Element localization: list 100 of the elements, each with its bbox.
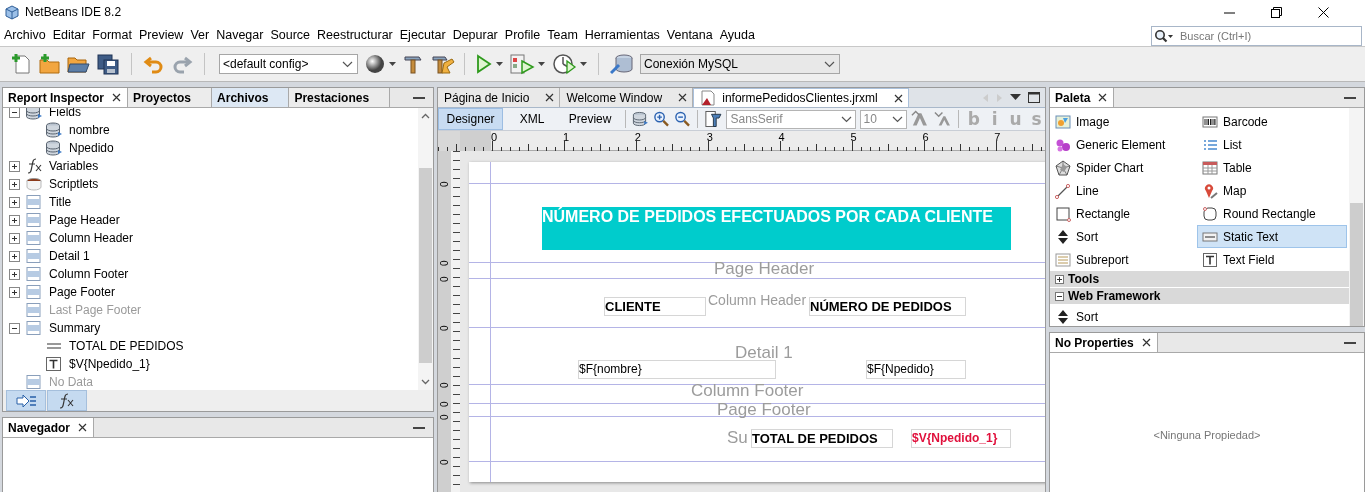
text-field[interactable]: $V{Npedido_1} xyxy=(911,429,1011,448)
dropdown-icon[interactable] xyxy=(1010,94,1021,101)
palette-item[interactable]: Image xyxy=(1050,110,1197,133)
config-dropdown[interactable]: <default config> xyxy=(219,54,358,74)
panel-tab[interactable]: No Properties xyxy=(1050,333,1158,352)
menu-item[interactable]: Depurar xyxy=(452,28,501,42)
palette-item[interactable]: Subreport xyxy=(1050,248,1197,271)
grow-font-icon[interactable] xyxy=(910,110,930,128)
globe-icon[interactable] xyxy=(364,53,386,75)
tree-item[interactable]: Detail 1 xyxy=(49,249,90,263)
menu-item[interactable]: Ayuda xyxy=(719,28,758,42)
new-file-icon[interactable] xyxy=(10,53,32,75)
connection-dropdown[interactable]: Conexión MySQL xyxy=(640,54,840,74)
database-icon[interactable] xyxy=(632,111,649,127)
palette-item[interactable]: Sort xyxy=(1050,225,1197,248)
close-icon[interactable] xyxy=(112,93,121,102)
palette-item[interactable]: Static Text xyxy=(1197,225,1347,248)
panel-tab[interactable]: Proyectos xyxy=(128,88,213,107)
menu-item[interactable]: Preview xyxy=(138,28,187,42)
zoom-in-icon[interactable] xyxy=(652,110,670,128)
menu-item[interactable]: Ejecutar xyxy=(399,28,449,42)
tree-item[interactable]: Summary xyxy=(49,321,101,335)
tree-item[interactable]: Scriptlets xyxy=(49,177,99,191)
close-icon[interactable] xyxy=(1141,338,1151,347)
expand-toggle[interactable] xyxy=(1055,274,1064,284)
expand-toggle[interactable] xyxy=(9,286,20,298)
tree-item[interactable]: Fields xyxy=(49,108,81,119)
menu-item[interactable]: Format xyxy=(92,28,135,42)
chevron-icon[interactable] xyxy=(840,115,852,123)
menu-item[interactable]: Source xyxy=(270,28,314,42)
expand-toggle[interactable] xyxy=(9,160,20,172)
add-dataset-button[interactable] xyxy=(6,390,46,411)
tree-item[interactable]: $V{Npedido_1} xyxy=(69,357,150,371)
restore-icon[interactable] xyxy=(1271,6,1282,18)
editor-tab[interactable]: informePedidosClientes.jrxml xyxy=(693,88,909,107)
palette-item[interactable]: Table xyxy=(1197,156,1347,179)
palette-item[interactable]: Generic Element xyxy=(1050,133,1197,156)
tree-item[interactable]: Title xyxy=(49,195,72,209)
shrink-font-icon[interactable] xyxy=(933,110,953,128)
palette-item[interactable]: Barcode xyxy=(1197,110,1347,133)
tree-item[interactable]: Npedido xyxy=(69,141,114,155)
caret-icon[interactable] xyxy=(389,62,396,66)
editor-tab[interactable]: Página de Inicio xyxy=(438,88,561,107)
palette-item[interactable]: List xyxy=(1197,133,1347,156)
panel-tab[interactable]: Navegador xyxy=(3,418,95,437)
menu-item[interactable]: Reestructurar xyxy=(317,28,396,42)
tree-item[interactable]: TOTAL DE PEDIDOS xyxy=(69,339,184,353)
chevron-icon[interactable] xyxy=(891,115,903,123)
caret-icon[interactable] xyxy=(580,62,587,66)
save-all-icon[interactable] xyxy=(96,53,120,75)
expand-toggle[interactable] xyxy=(9,214,20,226)
panel-tab[interactable]: Prestaciones xyxy=(289,88,391,107)
expand-toggle[interactable] xyxy=(9,178,20,190)
static-text[interactable]: CLIENTE xyxy=(604,297,706,316)
expand-toggle[interactable] xyxy=(9,196,20,208)
text-field[interactable]: $F{Npedido} xyxy=(866,360,966,379)
palette-group[interactable]: Web Framework xyxy=(1050,288,1349,304)
expression-button[interactable] xyxy=(47,390,87,411)
expand-toggle[interactable] xyxy=(9,322,20,334)
expand-toggle[interactable] xyxy=(9,250,20,262)
maximize-icon[interactable] xyxy=(1028,92,1040,103)
palette-item[interactable]: Spider Chart xyxy=(1050,156,1197,179)
close-icon[interactable] xyxy=(1098,93,1108,102)
hammer-icon[interactable] xyxy=(402,53,424,75)
palette-item[interactable]: Line xyxy=(1050,179,1197,202)
scroll-up-icon[interactable] xyxy=(421,113,430,119)
expand-toggle[interactable] xyxy=(9,108,20,118)
panel-tab[interactable]: Paleta xyxy=(1050,88,1115,107)
gauge-icon[interactable] xyxy=(551,53,577,75)
scrollbar[interactable] xyxy=(1349,108,1364,326)
close-icon[interactable] xyxy=(893,93,903,103)
close-icon[interactable] xyxy=(678,93,688,102)
palette-item[interactable]: Text Field xyxy=(1197,248,1347,271)
view-tab[interactable]: Preview xyxy=(561,108,620,130)
palette-item[interactable]: Round Rectangle xyxy=(1197,202,1347,225)
editor-tab[interactable]: Welcome Window xyxy=(560,88,694,107)
brush-tool-icon[interactable] xyxy=(703,109,723,129)
menu-item[interactable]: Ver xyxy=(190,28,213,42)
menu-item[interactable]: Archivo xyxy=(4,28,49,42)
tree-item[interactable]: Column Footer xyxy=(49,267,129,281)
palette-item[interactable]: Map xyxy=(1197,179,1347,202)
static-text[interactable]: TOTAL DE PEDIDOS xyxy=(751,429,893,448)
view-tab[interactable]: Designer xyxy=(438,108,504,130)
debug-icon[interactable] xyxy=(509,53,535,75)
menu-item[interactable]: Ventana xyxy=(666,28,716,42)
panel-tab[interactable]: Archivos xyxy=(212,88,290,107)
expand-toggle[interactable] xyxy=(9,268,20,280)
scrollbar[interactable] xyxy=(418,108,433,390)
menu-item[interactable]: Team xyxy=(547,28,581,42)
text-field[interactable]: $F{nombre} xyxy=(578,360,776,379)
zoom-out-icon[interactable] xyxy=(673,110,691,128)
font-dropdown[interactable]: SansSerif xyxy=(726,109,856,129)
database-icon[interactable] xyxy=(610,53,634,75)
palette-item[interactable]: Rectangle xyxy=(1050,202,1197,225)
palette-group[interactable]: Tools xyxy=(1050,271,1349,287)
menu-item[interactable]: Navegar xyxy=(216,28,267,42)
palette-item[interactable]: Sort xyxy=(1050,305,1197,326)
view-tab[interactable]: XML xyxy=(507,108,558,130)
tree-item[interactable]: Column Header xyxy=(49,231,134,245)
caret-icon[interactable] xyxy=(538,62,545,66)
